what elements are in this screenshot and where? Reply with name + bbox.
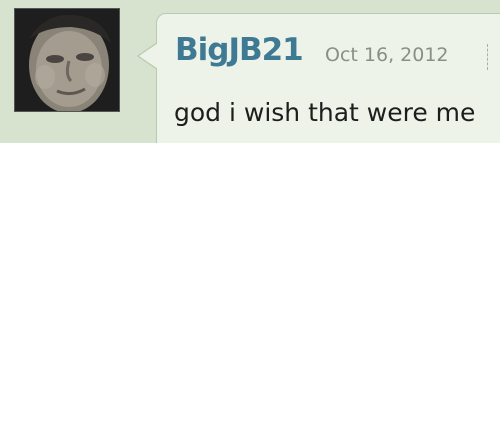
username-link[interactable]: BigJB21 [175,32,304,68]
message-text: god i wish that were me [174,98,476,127]
post-date: Oct 16, 2012 [325,44,449,66]
divider [487,44,488,70]
avatar[interactable] [14,8,120,112]
forum-post: BigJB21 Oct 16, 2012 god i wish that wer… [0,0,500,143]
bubble-pointer-fill [139,43,158,69]
user-avatar-photo-icon [15,9,119,111]
